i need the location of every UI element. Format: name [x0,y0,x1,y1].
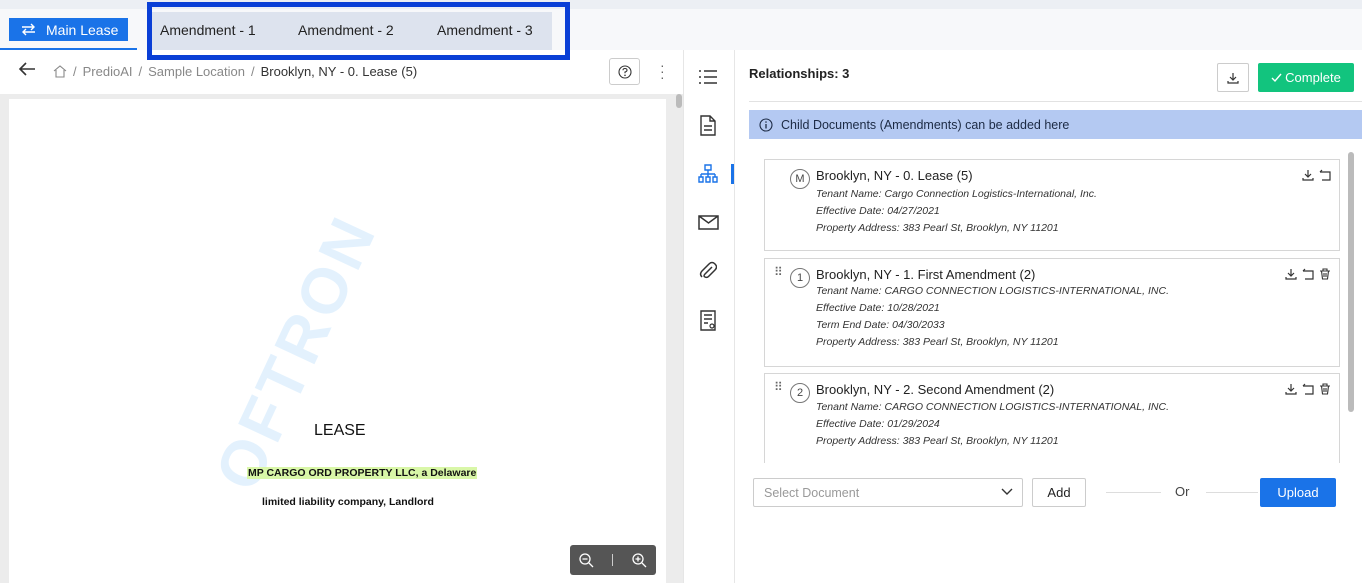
info-banner-text: Child Documents (Amendments) can be adde… [781,117,1070,132]
select-document-dropdown[interactable]: Select Document [753,478,1023,507]
mail-icon[interactable] [697,211,719,233]
card-actions [1302,169,1331,181]
card-effective-date: Effective Date: 10/28/2021 [816,302,940,314]
download-icon[interactable] [1285,268,1297,280]
cards-scrollbar[interactable] [1348,152,1354,412]
unlink-icon[interactable] [1302,383,1314,395]
card-title[interactable]: Brooklyn, NY - 1. First Amendment (2) [816,267,1035,282]
breadcrumb-current: Brooklyn, NY - 0. Lease (5) [260,64,418,79]
breadcrumb-sample-location[interactable]: Sample Location [148,64,245,79]
drag-handle-icon[interactable]: ⠿ [774,381,783,393]
tab-main-lease-label: Main Lease [46,21,119,38]
hierarchy-icon[interactable] [697,163,719,185]
card-tenant: Tenant Name: Cargo Connection Logistics-… [816,188,1097,200]
trash-icon[interactable] [1319,383,1331,395]
viewer-scrollbar[interactable] [676,94,682,108]
complete-button[interactable]: Complete [1258,63,1354,92]
document-title: LEASE [314,422,366,439]
card-badge: 1 [790,268,810,288]
or-label: Or [1175,484,1190,499]
more-options-icon[interactable]: · · · [660,58,665,84]
swap-icon [22,23,35,36]
relationship-card-main[interactable]: M Brooklyn, NY - 0. Lease (5) Tenant Nam… [764,159,1340,251]
add-button[interactable]: Add [1032,478,1086,507]
info-banner: Child Documents (Amendments) can be adde… [749,110,1362,139]
chevron-down-icon [1001,488,1013,495]
unlink-icon[interactable] [1319,169,1331,181]
breadcrumb-separator: / [73,64,77,79]
card-address: Property Address: 383 Pearl St, Brooklyn… [816,336,1059,348]
list-icon[interactable] [697,66,719,88]
card-actions [1285,268,1331,280]
document-icon[interactable] [697,114,719,136]
select-document-placeholder: Select Document [764,485,860,500]
back-arrow-icon[interactable] [18,61,36,77]
card-tenant: Tenant Name: CARGO CONNECTION LOGISTICS-… [816,285,1169,297]
or-divider-left [1106,492,1161,493]
card-actions [1285,383,1331,395]
zoom-controls [570,545,656,575]
card-effective-date: Effective Date: 04/27/2021 [816,205,940,217]
zoom-in-icon[interactable] [632,552,647,568]
card-address: Property Address: 383 Pearl St, Brooklyn… [816,435,1059,447]
tab-main-lease[interactable]: Main Lease [9,18,128,41]
relationship-card-amendment-2[interactable]: ⠿ 2 Brooklyn, NY - 2. Second Amendment (… [764,373,1340,463]
breadcrumb-separator: / [250,64,255,79]
drag-handle-icon[interactable]: ⠿ [774,266,783,278]
download-button[interactable] [1217,63,1249,92]
card-term-end-date: Term End Date: 04/30/2033 [816,319,945,331]
document-landlord-line: MP CARGO ORD PROPERTY LLC, a Delaware [247,467,478,479]
help-button[interactable] [609,58,640,85]
check-icon [1271,73,1282,82]
zoom-separator [612,554,614,566]
unlink-icon[interactable] [1302,268,1314,280]
card-title[interactable]: Brooklyn, NY - 0. Lease (5) [816,168,973,183]
complete-button-label: Complete [1285,70,1341,85]
help-icon [617,64,632,79]
card-address: Property Address: 383 Pearl St, Brooklyn… [816,222,1059,234]
header-divider [749,101,1362,102]
breadcrumb-predioai[interactable]: PredioAI [83,64,133,79]
rail-active-indicator [731,164,734,184]
relationship-card-amendment-1[interactable]: ⠿ 1 Brooklyn, NY - 1. First Amendment (2… [764,258,1340,367]
card-badge: M [790,169,810,189]
icon-rail [683,50,735,583]
card-badge: 2 [790,383,810,403]
zoom-out-icon[interactable] [579,552,594,568]
info-icon [759,117,773,132]
relationships-title: Relationships: 3 [749,66,850,81]
form-icon[interactable] [697,309,719,331]
upload-button[interactable]: Upload [1260,478,1336,507]
breadcrumb-separator: / [138,64,143,79]
paperclip-icon[interactable] [697,260,719,282]
trash-icon[interactable] [1319,268,1331,280]
breadcrumb: / PredioAI / Sample Location / Brooklyn,… [53,64,417,79]
card-title[interactable]: Brooklyn, NY - 2. Second Amendment (2) [816,382,1054,397]
card-effective-date: Effective Date: 01/29/2024 [816,418,940,430]
or-divider-right [1206,492,1258,493]
home-icon[interactable] [53,65,67,78]
document-landlord-line-2: limited liability company, Landlord [262,496,434,508]
download-icon[interactable] [1302,169,1314,181]
download-icon [1227,72,1239,84]
card-tenant: Tenant Name: CARGO CONNECTION LOGISTICS-… [816,401,1169,413]
download-icon[interactable] [1285,383,1297,395]
